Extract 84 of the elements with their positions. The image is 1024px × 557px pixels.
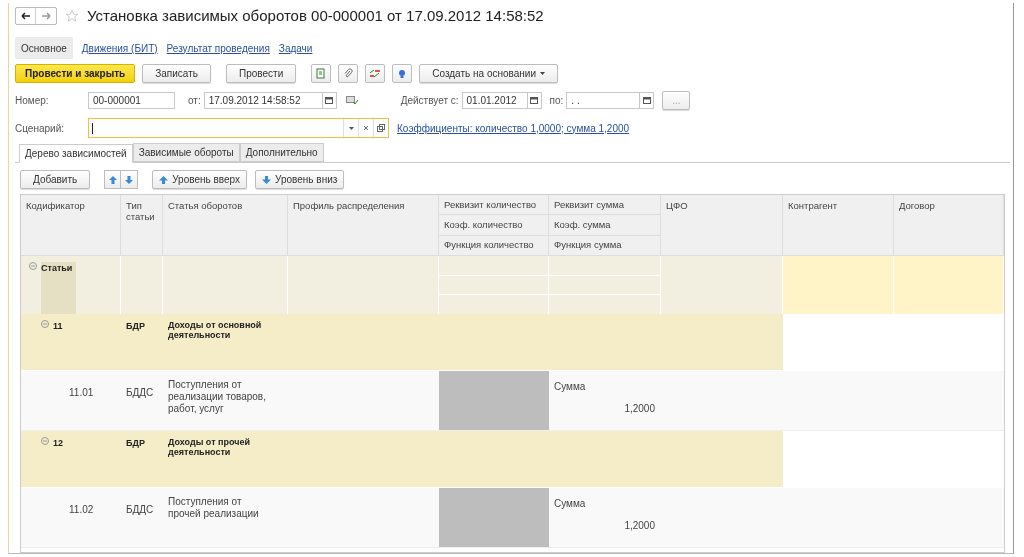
number-field[interactable]: 00-000001 xyxy=(88,91,175,109)
level-up-button[interactable]: Уровень вверх xyxy=(152,170,248,189)
field-label: Номер: xyxy=(15,93,50,108)
table-cell-text: Сумма xyxy=(554,380,587,394)
clear-icon[interactable] xyxy=(363,125,369,131)
calendar-icon xyxy=(530,96,539,104)
column-header[interactable]: Кодификатор xyxy=(21,195,121,255)
table-cell-text: Поступления от реализации товаров, работ, услуг xyxy=(168,379,267,415)
star-icon[interactable] xyxy=(65,9,79,23)
right-arrow-icon xyxy=(41,12,51,20)
column-header[interactable]: ЦФО xyxy=(661,195,783,255)
open-icon[interactable] xyxy=(377,124,385,132)
nav-link[interactable]: Движения (БИТ) xyxy=(81,37,158,59)
valid-from-field[interactable]: 01.01.2012 xyxy=(461,91,542,109)
tree-node-label[interactable]: Статьи xyxy=(41,262,77,314)
hint-button[interactable] xyxy=(392,64,413,83)
attach-button[interactable] xyxy=(338,64,359,83)
move-up-button[interactable] xyxy=(104,170,122,189)
table-cell-text: 1,2000 xyxy=(624,519,655,533)
collapse-icon[interactable] xyxy=(41,437,49,445)
move-down-button[interactable] xyxy=(121,170,139,189)
column-header[interactable]: Реквизит сумма xyxy=(549,195,660,216)
tree-node-label[interactable]: 11 xyxy=(53,320,63,334)
table-cell-text: 1,2000 xyxy=(624,402,655,416)
field-label: Действует с: xyxy=(400,93,459,108)
tab[interactable]: Зависимые обороты xyxy=(132,143,240,162)
table-cell: БДДС xyxy=(126,387,154,398)
left-arrow-icon xyxy=(20,12,31,20)
field-label: Сценарий: xyxy=(15,121,65,136)
document-check-icon[interactable] xyxy=(345,95,358,105)
lightbulb-icon xyxy=(397,67,408,80)
table-cell-text: Доходы от прочей деятельности xyxy=(167,437,251,457)
column-header[interactable]: Статья оборотов xyxy=(163,195,288,255)
table-cell-text: Поступления от прочей реализации xyxy=(168,496,260,520)
level-down-button[interactable]: Уровень вниз xyxy=(255,170,345,189)
field-label: от: xyxy=(188,93,201,108)
column-header[interactable]: Профиль распределения xyxy=(288,195,439,255)
column-header[interactable]: Тип статьи xyxy=(121,195,163,255)
debit-credit-icon xyxy=(369,68,382,79)
tab[interactable]: Дополнительно xyxy=(239,143,324,162)
up-arrow-icon xyxy=(159,175,169,184)
date-field[interactable]: 17.09.2012 14:58:52 xyxy=(203,91,337,109)
nav-link[interactable]: Задачи xyxy=(278,37,313,59)
table-cell-text: БДР xyxy=(125,320,146,333)
create-based-on-dropdown[interactable]: Создать на основании xyxy=(419,64,558,83)
post-button[interactable]: Провести xyxy=(226,64,297,83)
document-icon xyxy=(316,68,327,79)
table-cell: БДДС xyxy=(126,504,154,515)
accounting-button[interactable] xyxy=(365,64,386,83)
paperclip-icon xyxy=(343,68,354,79)
table-cell-text: БДР xyxy=(125,437,146,450)
table-cell: 11.01 xyxy=(69,387,94,398)
caret-icon xyxy=(540,72,545,75)
column-header[interactable]: Реквизит количество xyxy=(439,195,548,216)
column-header[interactable]: Коэф. количество xyxy=(439,215,548,236)
print-button[interactable] xyxy=(311,64,332,83)
down-arrow-icon xyxy=(262,175,272,184)
tab[interactable]: Дерево зависимостей xyxy=(19,144,133,163)
column-header[interactable]: Функция количество xyxy=(439,235,548,255)
post-and-close-button[interactable]: Провести и закрыть xyxy=(15,64,136,83)
nav-link[interactable]: Результат проведения xyxy=(166,37,270,59)
table-cell: 11.02 xyxy=(69,504,94,515)
field-label: по: xyxy=(549,93,564,108)
collapse-icon[interactable] xyxy=(29,262,37,270)
collapse-icon[interactable] xyxy=(41,320,49,328)
tree-node-label[interactable]: 12 xyxy=(53,437,63,451)
column-header[interactable]: Договор xyxy=(894,195,1004,255)
table-cell-text: Доходы от основной деятельности xyxy=(167,320,263,340)
calendar-icon xyxy=(642,96,651,104)
down-arrow-icon xyxy=(125,175,134,184)
caret-icon[interactable] xyxy=(348,126,354,130)
calendar-icon xyxy=(325,96,334,104)
column-header[interactable]: Контрагент xyxy=(783,195,894,255)
window-title: Установка зависимых оборотов 00-000001 от 17.09.2012 14:58:52 xyxy=(87,5,544,26)
save-button[interactable]: Записать xyxy=(142,64,211,83)
column-header[interactable]: Функция сумма xyxy=(549,235,660,255)
add-button[interactable]: Добавить xyxy=(20,170,91,189)
table-cell-text: Сумма xyxy=(554,497,587,511)
nav-link[interactable]: Основное xyxy=(15,37,73,59)
up-arrow-icon xyxy=(108,175,117,184)
column-header[interactable]: Коэф. сумма xyxy=(549,215,660,236)
coefficients-link[interactable]: Коэффициенты: количество 1,0000; сумма 1,2000 xyxy=(397,120,630,136)
scenario-field[interactable] xyxy=(88,118,389,138)
valid-to-field[interactable]: . . xyxy=(566,91,655,109)
